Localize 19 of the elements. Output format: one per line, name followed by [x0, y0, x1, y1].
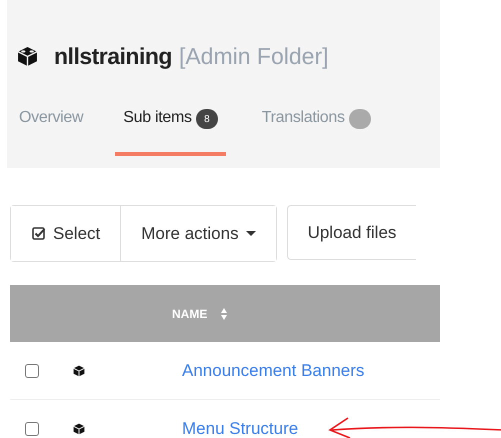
- checkbox-icon: [32, 226, 46, 240]
- cube-icon: [73, 422, 85, 434]
- tab[interactable]: Translations: [260, 109, 373, 156]
- row-checkbox[interactable]: [25, 364, 39, 378]
- cube-icon: [73, 364, 85, 376]
- tab[interactable]: Sub items 8: [115, 109, 226, 156]
- caret-icon: [246, 230, 256, 236]
- folder-title: nllstraining: [54, 42, 172, 70]
- tab[interactable]: Overview: [17, 109, 86, 156]
- folder-type: [Admin Folder]: [178, 42, 329, 70]
- column-header[interactable]: NAME: [172, 306, 208, 320]
- item-link[interactable]: Menu Structure: [182, 418, 298, 438]
- cube-icon: [17, 46, 38, 66]
- count-badge: 8: [196, 109, 218, 129]
- sort-icon[interactable]: [221, 308, 228, 320]
- row-checkbox[interactable]: [25, 422, 39, 436]
- upload-files-button[interactable]: Upload files: [286, 205, 416, 260]
- select-button[interactable]: Select: [11, 206, 122, 261]
- item-link[interactable]: Announcement Banners: [182, 360, 364, 380]
